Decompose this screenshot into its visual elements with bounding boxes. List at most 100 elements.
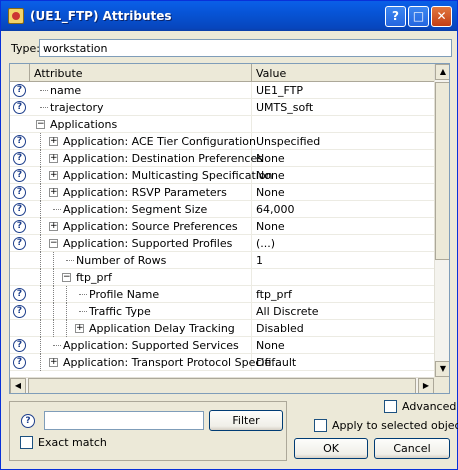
attribute-label: name [50, 84, 82, 97]
attribute-row[interactable]: Number of Rows 1 [10, 252, 434, 269]
tree-line [53, 209, 61, 210]
attribute-row[interactable]: ? Profile Name ftp_prf [10, 286, 434, 303]
help-icon[interactable]: ? [13, 152, 26, 165]
expand-icon[interactable]: + [49, 154, 58, 163]
expand-icon[interactable]: + [49, 171, 58, 180]
tree-line [53, 286, 54, 303]
attribute-value[interactable]: ftp_prf [256, 288, 292, 301]
attribute-value[interactable]: UMTS_soft [256, 101, 313, 114]
attributes-dialog: (UE1_FTP) Attributes ? □ ✕ Type: worksta… [0, 0, 458, 470]
attribute-value[interactable]: UE1_FTP [256, 84, 303, 97]
attribute-value[interactable]: All Discrete [256, 305, 319, 318]
apply-selected-checkbox[interactable] [314, 419, 327, 432]
attribute-label: Application: Segment Size [63, 203, 208, 216]
attribute-value[interactable]: Disabled [256, 322, 304, 335]
attribute-label: Number of Rows [76, 254, 167, 267]
scroll-thumb[interactable] [435, 82, 449, 260]
hscroll-thumb[interactable] [28, 378, 416, 393]
attribute-value[interactable]: (...) [256, 237, 275, 250]
attribute-row[interactable]: ? Application: Supported Services None [10, 337, 434, 354]
type-field[interactable]: workstation [39, 39, 452, 57]
tree-line [40, 90, 48, 91]
collapse-icon[interactable]: − [49, 239, 58, 248]
scroll-down-icon[interactable]: ▼ [435, 361, 449, 377]
advanced-checkbox[interactable] [384, 400, 397, 413]
attribute-row[interactable]: − ftp_prf [10, 269, 434, 286]
scroll-up-icon[interactable]: ▲ [435, 64, 449, 80]
tree-line [40, 133, 41, 150]
help-icon[interactable]: ? [13, 237, 26, 250]
tree-line [40, 150, 41, 167]
scroll-left-icon[interactable]: ◀ [10, 378, 26, 393]
attribute-label: Application: Destination Preferences [63, 152, 263, 165]
attribute-row[interactable]: ? name UE1_FTP [10, 82, 434, 99]
help-icon[interactable]: ? [13, 339, 26, 352]
attribute-cell: + Application: Multicasting Specification [30, 167, 273, 184]
tree-line [40, 354, 41, 371]
expand-icon[interactable]: + [75, 324, 84, 333]
help-icon[interactable]: ? [13, 220, 26, 233]
title-bar[interactable]: (UE1_FTP) Attributes ? □ ✕ [1, 1, 457, 31]
attribute-value[interactable]: 64,000 [256, 203, 295, 216]
maximize-button[interactable]: □ [408, 6, 429, 27]
help-icon[interactable]: ? [13, 305, 26, 318]
attribute-cell: + Application: RSVP Parameters [30, 184, 252, 201]
expand-icon[interactable]: + [49, 222, 58, 231]
attribute-row[interactable]: ? trajectory UMTS_soft [10, 99, 434, 116]
help-icon[interactable]: ? [13, 135, 26, 148]
help-icon[interactable]: ? [13, 203, 26, 216]
attribute-row[interactable]: ? + Application: Source Preferences None [10, 218, 434, 235]
attribute-row[interactable]: ? − Application: Supported Profiles (...) [10, 235, 434, 252]
help-button[interactable]: ? [385, 6, 406, 27]
help-icon[interactable]: ? [13, 288, 26, 301]
attribute-value[interactable]: 1 [256, 254, 263, 267]
attribute-row[interactable]: − Applications [10, 116, 434, 133]
collapse-icon[interactable]: − [62, 273, 71, 282]
attribute-value[interactable]: None [256, 169, 285, 182]
attribute-label: Application: RSVP Parameters [63, 186, 227, 199]
tree-line [53, 269, 54, 286]
expand-icon[interactable]: + [49, 137, 58, 146]
close-button[interactable]: ✕ [431, 6, 452, 27]
attribute-label: Application Delay Tracking [89, 322, 235, 335]
attribute-row[interactable]: ? + Application: Multicasting Specificatio… [10, 167, 434, 184]
attribute-label: Application: Supported Services [63, 339, 239, 352]
horizontal-scrollbar[interactable]: ◀ ▶ [10, 377, 434, 393]
tree-line [66, 286, 67, 303]
attribute-row[interactable]: ? + Application: Destination Preferences No… [10, 150, 434, 167]
filter-input[interactable] [44, 411, 204, 430]
attribute-value[interactable]: Unspecified [256, 135, 320, 148]
ok-button[interactable]: OK [294, 438, 368, 459]
attribute-row[interactable]: + Application Delay Tracking Disabled [10, 320, 434, 337]
scroll-right-icon[interactable]: ▶ [418, 378, 434, 393]
tree-line [40, 269, 41, 286]
attribute-row[interactable]: ? + Application: Transport Protocol Specif… [10, 354, 434, 371]
expand-icon[interactable]: + [49, 358, 58, 367]
collapse-icon[interactable]: − [36, 120, 45, 129]
header-value[interactable]: Value [252, 64, 434, 82]
filter-button[interactable]: Filter [209, 410, 283, 431]
help-icon[interactable]: ? [13, 101, 26, 114]
vertical-scrollbar[interactable]: ▲ ▼ [434, 64, 449, 377]
attribute-value[interactable]: None [256, 339, 285, 352]
attribute-value[interactable]: None [256, 186, 285, 199]
attribute-row[interactable]: ? + Application: RSVP Parameters None [10, 184, 434, 201]
attribute-label: Applications [50, 118, 118, 131]
header-attribute[interactable]: Attribute [30, 64, 252, 82]
exact-match-checkbox[interactable] [20, 436, 33, 449]
help-icon[interactable]: ? [13, 169, 26, 182]
cancel-button[interactable]: Cancel [374, 438, 450, 459]
type-row: Type: workstation [8, 39, 452, 57]
attribute-value[interactable]: None [256, 152, 285, 165]
attribute-value[interactable]: None [256, 220, 285, 233]
help-icon[interactable]: ? [13, 186, 26, 199]
filter-help-icon[interactable]: ? [21, 414, 35, 428]
help-icon[interactable]: ? [13, 356, 26, 369]
attribute-row[interactable]: ? Traffic Type All Discrete [10, 303, 434, 320]
tree-line [40, 218, 41, 235]
attribute-value[interactable]: Default [256, 356, 296, 369]
attribute-row[interactable]: ? Application: Segment Size 64,000 [10, 201, 434, 218]
help-icon[interactable]: ? [13, 84, 26, 97]
attribute-row[interactable]: ? + Application: ACE Tier Configuration Uns… [10, 133, 434, 150]
expand-icon[interactable]: + [49, 188, 58, 197]
